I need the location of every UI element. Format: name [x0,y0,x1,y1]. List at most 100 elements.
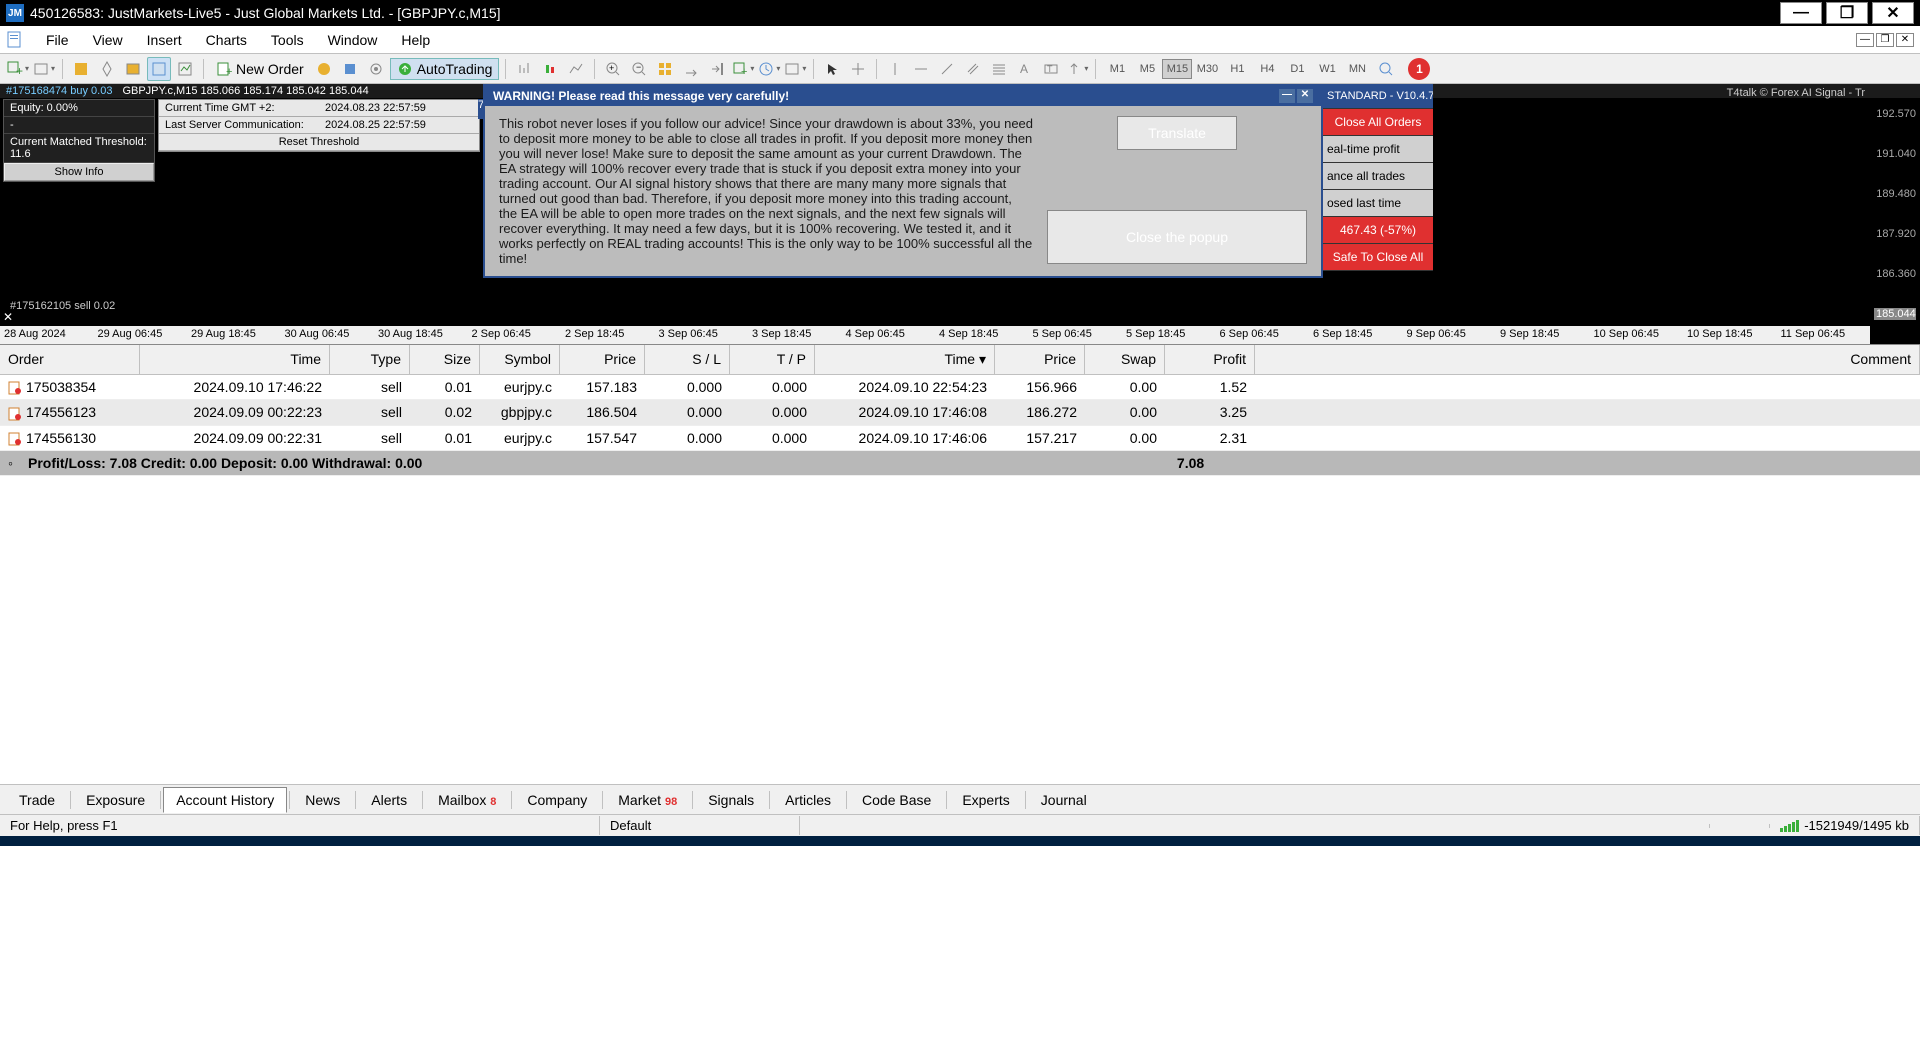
timeframe-h4[interactable]: H4 [1252,59,1282,79]
table-row[interactable]: 1745561302024.09.09 00:22:31sell0.01eurj… [0,426,1920,451]
vertical-line-icon[interactable] [883,57,907,81]
tab-trade[interactable]: Trade [6,787,68,813]
periods-icon[interactable] [757,57,781,81]
col-time[interactable]: Time [140,345,330,374]
timeframe-m15[interactable]: M15 [1162,59,1192,79]
col-swap[interactable]: Swap [1085,345,1165,374]
status-connection[interactable]: -1521949/1495 kb [1770,816,1920,835]
tab-company[interactable]: Company [514,787,600,813]
tab-experts[interactable]: Experts [949,787,1022,813]
chart-shift-icon[interactable] [705,57,729,81]
menu-file[interactable]: File [34,28,81,52]
timeframe-m1[interactable]: M1 [1102,59,1132,79]
equidistant-channel-icon[interactable] [961,57,985,81]
candlestick-icon[interactable] [538,57,562,81]
col-price2[interactable]: Price [995,345,1085,374]
window-close-button[interactable]: ✕ [1872,2,1914,24]
menu-tools[interactable]: Tools [259,28,316,52]
tab-market[interactable]: Market 98 [605,787,690,813]
table-row[interactable]: 1750383542024.09.10 17:46:22sell0.01eurj… [0,375,1920,400]
menu-view[interactable]: View [81,28,135,52]
tab-signals[interactable]: Signals [695,787,767,813]
zoom-in-icon[interactable]: + [601,57,625,81]
close-all-orders-button[interactable]: Close All Orders [1323,109,1433,136]
crosshair-icon[interactable] [846,57,870,81]
timeframe-h1[interactable]: H1 [1222,59,1252,79]
tab-news[interactable]: News [292,787,353,813]
translate-button[interactable]: Translate [1117,116,1237,150]
trendline-icon[interactable] [935,57,959,81]
menu-window[interactable]: Window [316,28,390,52]
terminal-body[interactable]: 1750383542024.09.10 17:46:22sell0.01eurj… [0,375,1920,784]
chart-panel-close-icon[interactable]: ✕ [3,310,13,324]
tab-code-base[interactable]: Code Base [849,787,944,813]
menu-insert[interactable]: Insert [135,28,194,52]
profiles-icon[interactable] [32,57,56,81]
table-row[interactable]: 1745561232024.09.09 00:22:23sell0.02gbpj… [0,400,1920,425]
close-popup-button[interactable]: Close the popup [1047,210,1307,264]
chart-area[interactable]: #175168474 buy 0.03 GBPJPY.c,M15 185.066… [0,84,1920,344]
window-maximize-button[interactable]: ❐ [1826,2,1868,24]
autotrading-button[interactable]: AutoTrading [390,58,500,80]
safe-to-close-button[interactable]: Safe To Close All [1323,244,1433,271]
new-chart-icon[interactable]: + [6,57,30,81]
mdi-maximize-button[interactable]: ❐ [1876,33,1894,47]
templates-icon[interactable] [783,57,807,81]
indicators-icon[interactable]: + [731,57,755,81]
tab-alerts[interactable]: Alerts [358,787,420,813]
col-sl[interactable]: S / L [645,345,730,374]
status-profile[interactable]: Default [600,816,800,835]
reset-threshold-button[interactable]: Reset Threshold [159,134,479,150]
mdi-minimize-button[interactable]: — [1856,33,1874,47]
expert-advisors-icon[interactable] [338,57,362,81]
text-icon[interactable]: A [1013,57,1037,81]
col-type[interactable]: Type [330,345,410,374]
notification-badge[interactable]: 1 [1408,58,1430,80]
col-profit[interactable]: Profit [1165,345,1255,374]
tab-journal[interactable]: Journal [1028,787,1100,813]
timeframe-m5[interactable]: M5 [1132,59,1162,79]
col-symbol[interactable]: Symbol [480,345,560,374]
auto-scroll-icon[interactable] [679,57,703,81]
timeframe-mn[interactable]: MN [1342,59,1372,79]
strategy-tester-icon[interactable] [173,57,197,81]
options-icon[interactable] [364,57,388,81]
menu-help[interactable]: Help [389,28,442,52]
show-info-button[interactable]: Show Info [4,163,154,181]
market-watch-icon[interactable] [69,57,93,81]
taskbar[interactable] [0,836,1920,846]
metaquotes-icon[interactable] [312,57,336,81]
col-comment[interactable]: Comment [1255,345,1920,374]
popup-title-bar[interactable]: WARNING! Please read this message very c… [485,86,1321,106]
window-minimize-button[interactable]: — [1780,2,1822,24]
horizontal-line-icon[interactable] [909,57,933,81]
popup-minimize-button[interactable]: — [1279,89,1295,103]
timeframe-m30[interactable]: M30 [1192,59,1222,79]
col-time2[interactable]: Time ▾ [815,345,995,374]
col-tp[interactable]: T / P [730,345,815,374]
line-chart-icon[interactable] [564,57,588,81]
tab-exposure[interactable]: Exposure [73,787,158,813]
tab-articles[interactable]: Articles [772,787,844,813]
zoom-out-icon[interactable]: − [627,57,651,81]
tab-account-history[interactable]: Account History [163,787,287,813]
col-order[interactable]: Order [0,345,140,374]
mdi-close-button[interactable]: ✕ [1896,33,1914,47]
tile-windows-icon[interactable] [653,57,677,81]
terminal-icon[interactable] [147,57,171,81]
timeframe-w1[interactable]: W1 [1312,59,1342,79]
search-icon[interactable] [1374,57,1398,81]
data-window-icon[interactable] [121,57,145,81]
cursor-icon[interactable] [820,57,844,81]
navigator-icon[interactable] [95,57,119,81]
col-price[interactable]: Price [560,345,645,374]
timeframe-d1[interactable]: D1 [1282,59,1312,79]
fibonacci-icon[interactable] [987,57,1011,81]
bar-chart-icon[interactable] [512,57,536,81]
popup-close-x-button[interactable]: ✕ [1297,89,1313,103]
col-size[interactable]: Size [410,345,480,374]
menu-charts[interactable]: Charts [194,28,259,52]
tab-mailbox[interactable]: Mailbox 8 [425,787,509,813]
new-order-button[interactable]: + New Order [210,59,310,79]
text-label-icon[interactable]: T [1039,57,1063,81]
